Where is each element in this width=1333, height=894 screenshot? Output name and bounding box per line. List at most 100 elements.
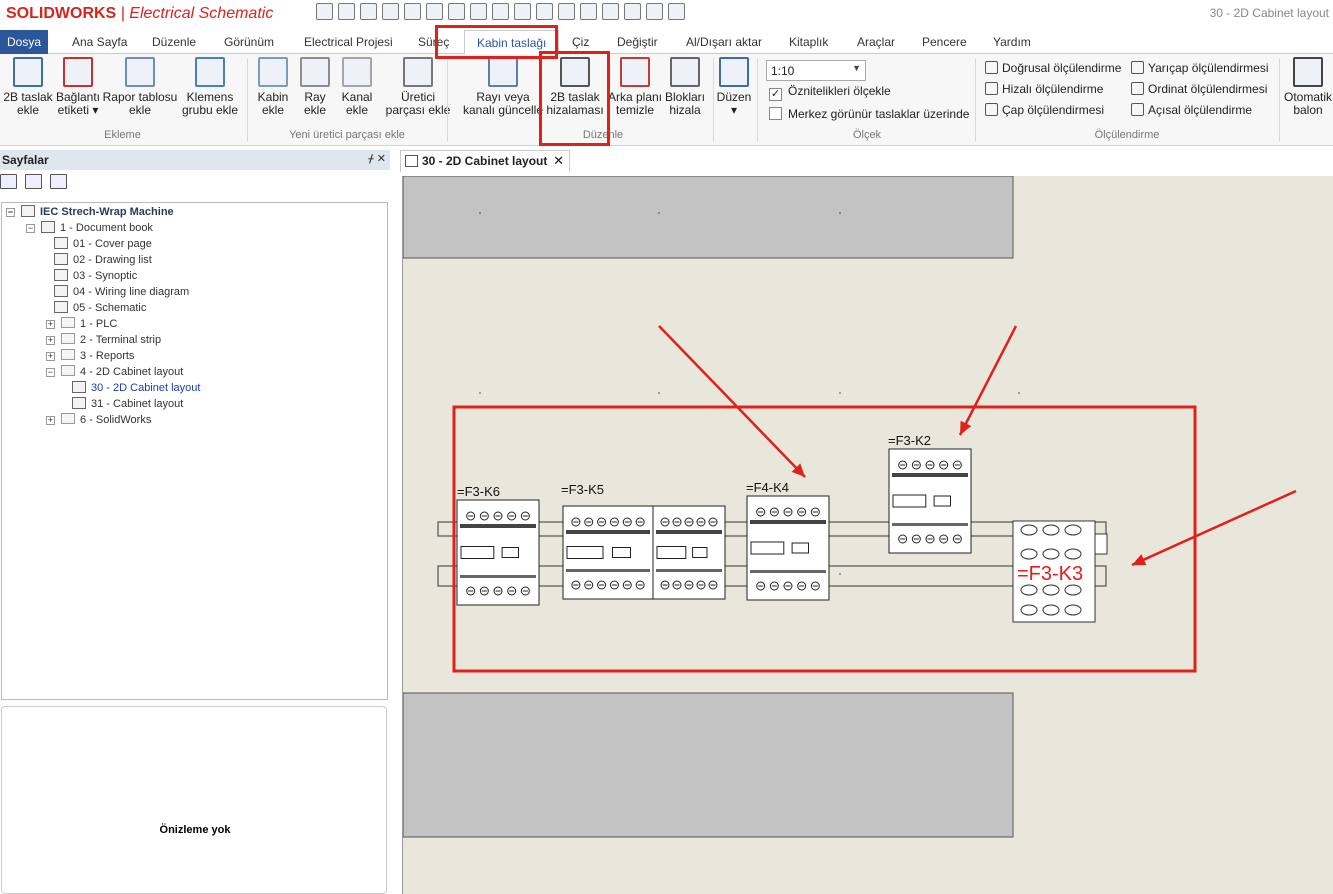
format-painter-icon[interactable]: [492, 3, 509, 20]
tab-10[interactable]: Kitaplık: [789, 35, 828, 49]
tree-item[interactable]: 04 - Wiring line diagram: [54, 284, 189, 300]
tab-1[interactable]: Ana Sayfa: [72, 35, 127, 49]
page-copy-icon[interactable]: [514, 3, 531, 20]
page-paste-icon[interactable]: [536, 3, 553, 20]
tree-item[interactable]: +2 - Terminal strip: [46, 332, 161, 348]
tab-13[interactable]: Yardım: [993, 35, 1031, 49]
macro-icon[interactable]: [668, 3, 685, 20]
folder-icon: [61, 365, 75, 376]
checkbox2[interactable]: Merkez görünür taslaklar üzerinde: [769, 107, 969, 121]
tree-item-label: IEC Strech-Wrap Machine: [40, 206, 174, 218]
folder-icon: [61, 333, 75, 344]
tree-item[interactable]: − 4 - 2D Cabinet layout: [46, 364, 183, 380]
grid-dot: [658, 212, 660, 214]
dimension-button-1[interactable]: Hizalı ölçülendirme: [985, 82, 1103, 96]
contactor-symbol[interactable]: [562, 505, 654, 600]
tab-3[interactable]: Görünüm: [224, 35, 274, 49]
cut-icon[interactable]: [426, 3, 443, 20]
collapse-icon[interactable]: −: [6, 208, 15, 217]
tab-2[interactable]: Düzenle: [152, 35, 196, 49]
dimension-button-5[interactable]: Açısal ölçülendirme: [1131, 103, 1252, 117]
document-tab[interactable]: 30 - 2D Cabinet layout ✕: [400, 150, 570, 172]
tree-item[interactable]: 03 - Synoptic: [54, 268, 137, 284]
redo-icon[interactable]: [404, 3, 421, 20]
components-view-icon[interactable]: [25, 174, 42, 189]
contactor-symbol[interactable]: [456, 499, 540, 606]
contactor-symbol[interactable]: [652, 505, 726, 600]
duct-icon: [342, 57, 372, 87]
dimension-button-4[interactable]: Ordinat ölçülendirmesi: [1131, 82, 1267, 96]
tab-5[interactable]: Süreç: [418, 35, 449, 49]
tree-item[interactable]: − 1 - Document book: [26, 220, 153, 236]
dimension-button-0[interactable]: Doğrusal ölçülendirme: [985, 61, 1121, 75]
grid-dot: [839, 573, 841, 575]
close-icon[interactable]: ✕: [553, 153, 564, 169]
tree-item[interactable]: 05 - Schematic: [54, 300, 146, 316]
tree-item[interactable]: +3 - Reports: [46, 348, 134, 364]
collapse-icon[interactable]: −: [46, 368, 55, 377]
pan-icon[interactable]: [602, 3, 619, 20]
ribbon-group-label: Düzenle: [582, 129, 624, 141]
cabinet-view-icon[interactable]: [50, 174, 67, 189]
contactor-symbol[interactable]: [746, 495, 830, 601]
ribbon-separator: [975, 58, 976, 142]
tree-item[interactable]: 02 - Drawing list: [54, 252, 152, 268]
checkbox-box[interactable]: [769, 107, 782, 120]
tree-item[interactable]: 30 - 2D Cabinet layout: [72, 380, 200, 396]
expand-icon[interactable]: +: [46, 416, 55, 425]
tab-11[interactable]: Araçlar: [857, 35, 895, 49]
tree-item-label: 01 - Cover page: [73, 238, 152, 250]
grid-dot: [479, 392, 481, 394]
tab-6[interactable]: Kabin taslağı: [464, 30, 560, 55]
component-tag: =F4-K4: [746, 480, 789, 495]
print-icon[interactable]: [360, 3, 377, 20]
scale-select[interactable]: 1:10 ▼: [766, 60, 866, 81]
tree-item[interactable]: +6 - SolidWorks: [46, 412, 151, 428]
save-icon[interactable]: [338, 3, 355, 20]
dimension-button-3[interactable]: Yarıçap ölçülendirmesi: [1131, 61, 1269, 75]
expand-icon[interactable]: +: [46, 320, 55, 329]
page-icon: [72, 381, 86, 393]
expand-icon[interactable]: +: [46, 352, 55, 361]
auto-balloon-icon: [1293, 57, 1323, 87]
ribbon-tabs: Dosya Ana Sayfa Düzenle Görünüm Electrical P…: [0, 30, 1333, 55]
tab-4[interactable]: Electrical Projesi: [304, 35, 393, 49]
dimension-label: Yarıçap ölçülendirmesi: [1148, 61, 1269, 75]
zoom-icon[interactable]: [558, 3, 575, 20]
tree-item[interactable]: − IEC Strech-Wrap Machine: [6, 204, 174, 220]
tree-item[interactable]: 31 - Cabinet layout: [72, 396, 183, 412]
tab-7[interactable]: Çiz: [572, 35, 589, 49]
ribbon-button-13[interactable]: Otomatik balon: [1260, 57, 1333, 117]
pin-close-icon[interactable]: ᚋ ✕: [368, 152, 386, 165]
cabinet-drawing[interactable]: =F3-K6 =F3-K5 =F4-K4 =F3-K2 =F3-K3: [403, 176, 1333, 894]
undo-icon[interactable]: [382, 3, 399, 20]
drawing-canvas[interactable]: =F3-K6 =F3-K5 =F4-K4 =F3-K2 =F3-K3: [402, 176, 1333, 894]
search-icon[interactable]: [646, 3, 663, 20]
ribbon-group-label: Ölçülendirme: [1094, 129, 1160, 141]
dimension-button-2[interactable]: Çap ölçülendirmesi: [985, 103, 1104, 117]
logo-brand: SOLIDWORKS: [6, 5, 117, 22]
page-icon: [72, 397, 86, 409]
checkbox-box[interactable]: ✓: [769, 88, 782, 101]
checkbox1[interactable]: ✓ Öznitelikleri ölçekle: [769, 84, 891, 101]
paste-icon[interactable]: [470, 3, 487, 20]
grid-dot: [479, 212, 481, 214]
ribbon-button-7[interactable]: Üretici parçası ekle: [370, 57, 466, 117]
tab-12[interactable]: Pencere: [922, 35, 967, 49]
expand-icon[interactable]: +: [46, 336, 55, 345]
tab-0[interactable]: Dosya: [0, 30, 49, 54]
tab-8[interactable]: Değiştir: [617, 35, 658, 49]
tree-item[interactable]: +1 - PLC: [46, 316, 117, 332]
tree-item[interactable]: 01 - Cover page: [54, 236, 152, 252]
grid-dot: [1018, 392, 1020, 394]
ribbon-group-label: Ekleme: [104, 129, 141, 141]
zoom-fit-icon[interactable]: [580, 3, 597, 20]
open-icon[interactable]: [316, 3, 333, 20]
tab-9[interactable]: Al/Dışarı aktar: [686, 35, 762, 49]
pages-view-icon[interactable]: [0, 174, 17, 189]
collapse-icon[interactable]: −: [26, 224, 35, 233]
contactor-symbol[interactable]: [888, 448, 972, 554]
navigate-icon[interactable]: [624, 3, 641, 20]
copy-icon[interactable]: [448, 3, 465, 20]
tree-item-label: 03 - Synoptic: [73, 270, 138, 282]
